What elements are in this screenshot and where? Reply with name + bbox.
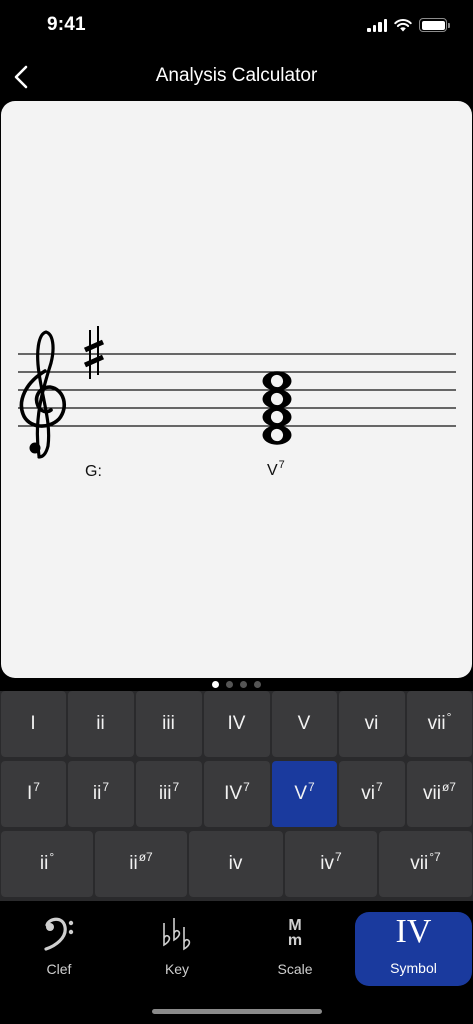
tab-label: Scale bbox=[277, 961, 313, 977]
page-indicator[interactable] bbox=[0, 681, 473, 689]
major-minor-icon: M m bbox=[288, 913, 302, 953]
status-time: 9:41 bbox=[47, 14, 86, 35]
chord-key-vii-dim[interactable]: vii ° bbox=[407, 691, 472, 757]
page-dot[interactable] bbox=[254, 681, 261, 688]
tab-key[interactable]: Key bbox=[118, 913, 236, 985]
chord-label-base: V bbox=[267, 462, 278, 479]
chord-key-iii7[interactable]: iii 7 bbox=[136, 761, 202, 827]
chord-key-V[interactable]: V bbox=[272, 691, 337, 757]
chord-key-IV[interactable]: IV bbox=[204, 691, 270, 757]
staff-lines bbox=[18, 353, 456, 427]
score-panel: G: V7 bbox=[1, 101, 472, 678]
page-dot[interactable] bbox=[212, 681, 219, 688]
whole-note bbox=[262, 371, 292, 391]
treble-clef-icon bbox=[19, 330, 67, 459]
major-glyph: M bbox=[288, 917, 302, 934]
whole-note bbox=[262, 389, 292, 409]
chord-label: V7 bbox=[267, 459, 285, 480]
keypad-row: ii ° ii ø7 iv iv 7 vii °7 bbox=[0, 831, 473, 899]
chord-key-vii-half-dim7[interactable]: vii ø7 bbox=[407, 761, 472, 827]
whole-note bbox=[262, 425, 292, 445]
whole-note bbox=[262, 407, 292, 427]
keypad-row: I7 ii 7 iii 7 IV 7 V7 vi 7 vii ø7 bbox=[0, 761, 473, 829]
staff bbox=[18, 326, 456, 459]
chord-key-iv[interactable]: iv bbox=[189, 831, 283, 897]
chord-key-iii[interactable]: iii bbox=[136, 691, 202, 757]
tab-label: Clef bbox=[46, 961, 72, 977]
nav-bar: Analysis Calculator bbox=[0, 52, 473, 100]
key-label: G: bbox=[85, 463, 102, 480]
tab-bar: Clef Key M m Scale IV Symbol bbox=[0, 901, 473, 1024]
battery-icon bbox=[419, 18, 450, 32]
chord-key-ii[interactable]: ii bbox=[68, 691, 134, 757]
roman-numeral-icon: IV bbox=[395, 913, 432, 950]
wifi-icon bbox=[394, 19, 412, 32]
tab-scale[interactable]: M m Scale bbox=[236, 913, 354, 985]
tab-symbol[interactable]: IV Symbol bbox=[355, 912, 472, 986]
chord-key-I7[interactable]: I7 bbox=[1, 761, 66, 827]
bass-clef-icon bbox=[43, 913, 75, 953]
chord-key-iv7[interactable]: iv 7 bbox=[285, 831, 377, 897]
status-icons bbox=[367, 17, 450, 33]
chord-key-V7[interactable]: V7 bbox=[272, 761, 337, 827]
page-dot[interactable] bbox=[226, 681, 233, 688]
chord-key-ii7[interactable]: ii 7 bbox=[68, 761, 134, 827]
cellular-signal-icon bbox=[367, 18, 387, 32]
page-title: Analysis Calculator bbox=[155, 65, 318, 86]
chord-keypad: I ii iii IV V vi vii ° I7 ii 7 iii 7 IV 7 V7… bbox=[0, 691, 473, 901]
page-dot[interactable] bbox=[240, 681, 247, 688]
tab-clef[interactable]: Clef bbox=[0, 913, 118, 985]
chord-key-ii-dim[interactable]: ii ° bbox=[1, 831, 93, 897]
tab-label: Symbol bbox=[390, 960, 437, 976]
chord-key-ii-half-dim7[interactable]: ii ø7 bbox=[95, 831, 187, 897]
chord-key-vi7[interactable]: vi 7 bbox=[339, 761, 405, 827]
flats-icon bbox=[159, 913, 195, 953]
keypad-row: I ii iii IV V vi vii ° bbox=[0, 691, 473, 759]
home-indicator[interactable] bbox=[152, 1009, 322, 1014]
chord-key-vii-dim7[interactable]: vii °7 bbox=[379, 831, 472, 897]
chord-key-I[interactable]: I bbox=[1, 691, 66, 757]
clef-tail-dot bbox=[29, 442, 41, 454]
chord-key-vi[interactable]: vi bbox=[339, 691, 405, 757]
sharp-icon bbox=[83, 326, 105, 379]
chord-key-IV7[interactable]: IV 7 bbox=[204, 761, 270, 827]
status-bar: 9:41 bbox=[0, 0, 473, 52]
minor-glyph: m bbox=[287, 932, 303, 949]
tab-label: Key bbox=[164, 961, 190, 977]
chord-label-sup: 7 bbox=[278, 459, 285, 471]
